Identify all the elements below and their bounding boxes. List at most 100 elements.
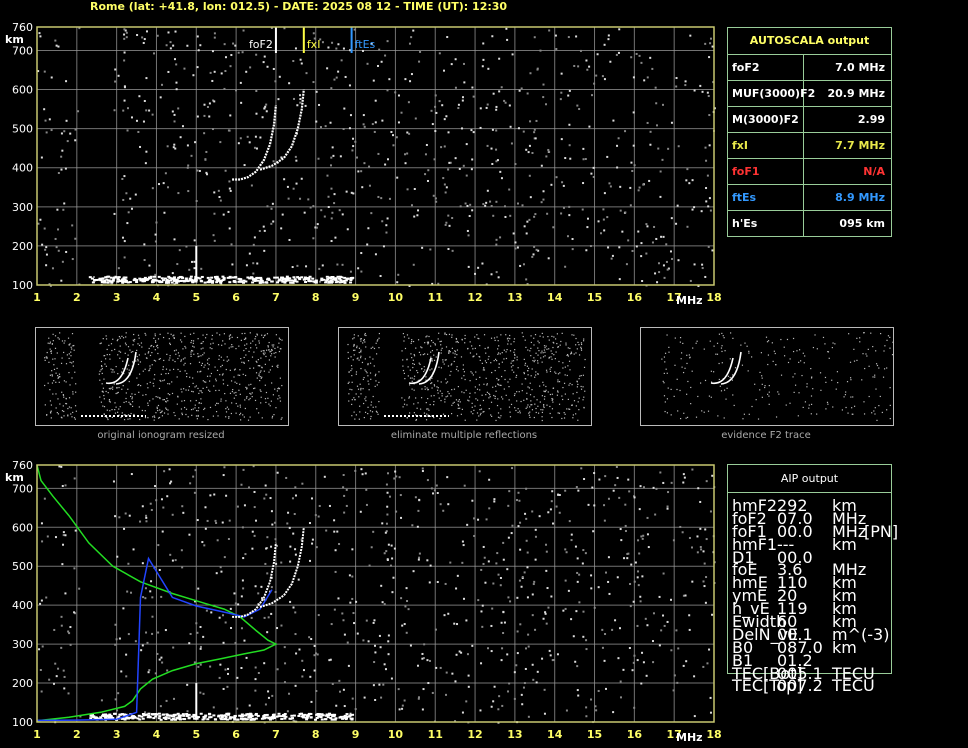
noise-dot xyxy=(595,709,598,712)
thumb-dot xyxy=(406,334,409,336)
thumb-dot xyxy=(572,414,574,416)
thumb-dot xyxy=(198,361,201,363)
es-dot xyxy=(280,279,284,282)
noise-dot xyxy=(630,563,633,566)
noise-dot xyxy=(471,644,474,647)
thumb-dot xyxy=(437,380,439,382)
noise-dot xyxy=(619,209,622,212)
noise-dot xyxy=(409,644,412,647)
noise-dot xyxy=(272,220,275,223)
thumb-dot xyxy=(529,382,531,384)
noise-dot xyxy=(691,468,694,471)
noise-dot xyxy=(40,690,43,693)
thumb-dot xyxy=(551,393,553,395)
es-dot xyxy=(104,276,108,279)
x-tick-label: 14 xyxy=(547,728,563,741)
noise-dot xyxy=(74,529,77,532)
thumb-dot xyxy=(547,391,549,393)
es-dot xyxy=(286,277,290,280)
noise-dot xyxy=(492,582,495,585)
thumb-dot xyxy=(567,398,569,400)
x-tick-label: 3 xyxy=(113,728,121,741)
noise-dot xyxy=(608,592,611,595)
es-dot xyxy=(290,717,294,720)
thumb-dot xyxy=(198,407,200,409)
noise-dot xyxy=(576,104,579,107)
noise-dot xyxy=(545,155,548,158)
thumb-dot xyxy=(153,337,155,339)
y-tick-label: 600 xyxy=(12,84,33,97)
noise-dot xyxy=(270,510,273,513)
thumb-dot xyxy=(442,413,445,415)
noise-dot xyxy=(470,129,473,132)
noise-dot xyxy=(267,690,270,693)
noise-dot xyxy=(181,566,184,569)
noise-dot xyxy=(632,600,635,603)
thumb-dot xyxy=(187,389,190,391)
es-dot xyxy=(343,276,347,279)
thumb-dot xyxy=(184,335,186,338)
noise-dot xyxy=(399,494,402,497)
noise-dot xyxy=(172,44,175,47)
noise-dot xyxy=(465,619,468,622)
noise-dot xyxy=(615,53,618,56)
thumb-dot xyxy=(374,385,376,388)
noise-dot xyxy=(180,549,183,552)
noise-dot xyxy=(234,641,237,644)
thumb-dot xyxy=(120,416,122,419)
thumb-dot xyxy=(557,379,559,381)
thumb-dot xyxy=(55,381,57,383)
noise-dot xyxy=(175,81,178,84)
noise-dot xyxy=(128,514,131,517)
noise-dot xyxy=(493,498,496,501)
noise-dot xyxy=(506,568,509,571)
noise-dot xyxy=(299,58,302,61)
noise-dot xyxy=(118,516,121,519)
noise-dot xyxy=(646,225,649,228)
thumb-dot xyxy=(99,342,101,345)
noise-dot xyxy=(228,180,231,183)
thumb-dot xyxy=(236,382,238,384)
thumb-dot xyxy=(134,393,136,396)
thumb-dot xyxy=(483,367,485,369)
noise-dot xyxy=(162,182,165,185)
thumb-dot xyxy=(105,365,107,367)
thumb-dot xyxy=(244,344,246,346)
thumb-dot xyxy=(259,389,261,391)
noise-dot xyxy=(456,574,459,577)
noise-dot xyxy=(317,515,320,518)
thumb-dot xyxy=(573,353,575,355)
thumb-dot xyxy=(774,352,776,355)
thumb-dot xyxy=(697,395,699,398)
noise-dot xyxy=(709,37,712,40)
noise-dot xyxy=(612,119,615,122)
thumb-dot xyxy=(420,397,423,399)
thumb-dot xyxy=(517,408,519,410)
thumb-dot xyxy=(673,395,675,397)
thumb-dot xyxy=(253,387,255,390)
thumb-dot xyxy=(479,389,481,391)
es-dot xyxy=(157,712,161,715)
thumb-dot xyxy=(537,354,539,356)
thumb-dot xyxy=(845,406,847,409)
noise-dot xyxy=(649,130,652,133)
noise-dot xyxy=(679,525,682,528)
es-dot xyxy=(305,718,309,721)
noise-dot xyxy=(354,469,357,472)
thumb-dot xyxy=(277,346,279,348)
thumb-dot xyxy=(184,362,186,364)
thumb-dot xyxy=(375,410,378,412)
noise-dot xyxy=(552,522,555,525)
thumb-dot xyxy=(475,378,477,380)
thumb-dot xyxy=(72,393,74,395)
thumb-dot xyxy=(481,394,483,396)
thumb-dot xyxy=(180,408,183,410)
noise-dot xyxy=(403,699,406,702)
noise-dot xyxy=(417,509,420,512)
thumb-dot xyxy=(47,342,49,344)
noise-dot xyxy=(709,696,712,699)
thumb-dot xyxy=(103,394,105,397)
noise-dot xyxy=(546,587,549,590)
noise-dot xyxy=(193,267,196,270)
thumb-dot xyxy=(417,371,419,374)
